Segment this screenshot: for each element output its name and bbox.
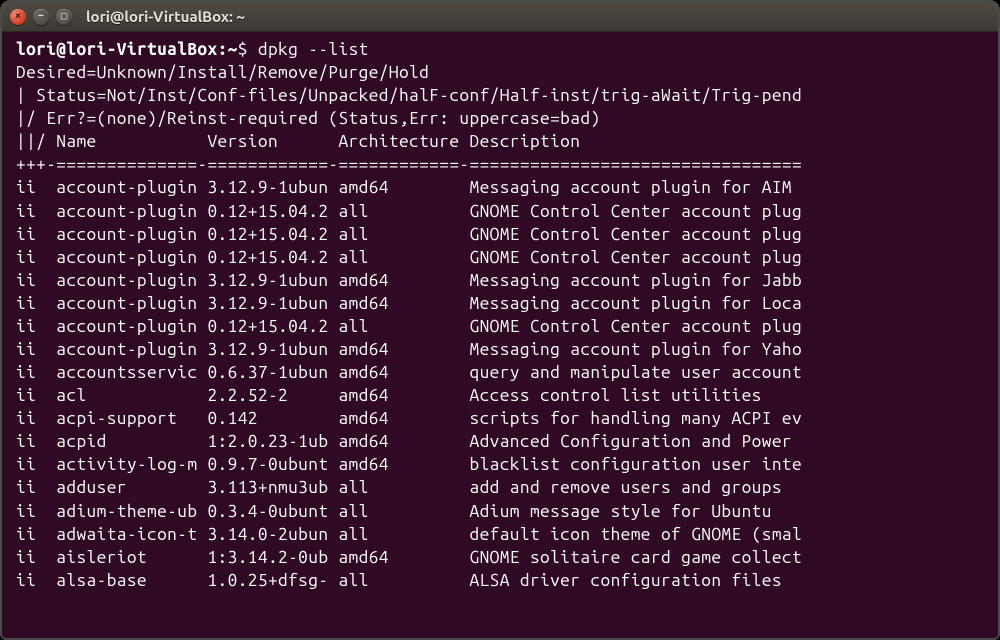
- package-row: ii account-plugin 3.12.9-1ubun amd64 Mes…: [16, 271, 802, 290]
- package-row: ii adium-theme-ub 0.3.4-0ubunt all Adium…: [16, 502, 772, 521]
- package-row: ii activity-log-m 0.9.7-0ubunt amd64 bla…: [16, 455, 802, 474]
- dpkg-header-line-1: Desired=Unknown/Install/Remove/Purge/Hol…: [16, 63, 429, 82]
- prompt-user-host: lori@lori-VirtualBox: [16, 40, 218, 59]
- maximize-button[interactable]: ▢: [56, 9, 72, 25]
- package-row: ii alsa-base 1.0.25+dfsg- all ALSA drive…: [16, 571, 782, 590]
- dpkg-header-line-3: |/ Err?=(none)/Reinst-required (Status,E…: [16, 109, 601, 128]
- package-row: ii adduser 3.113+nmu3ub all add and remo…: [16, 478, 782, 497]
- close-icon: ×: [15, 11, 21, 22]
- package-row: ii account-plugin 3.12.9-1ubun amd64 Mes…: [16, 294, 802, 313]
- window-title: lori@lori-VirtualBox: ~: [86, 8, 245, 25]
- package-row: ii aisleriot 1:3.14.2-0ub amd64 GNOME so…: [16, 548, 802, 567]
- package-row: ii account-plugin 0.12+15.04.2 all GNOME…: [16, 248, 802, 267]
- package-row: ii accountsservic 0.6.37-1ubun amd64 que…: [16, 363, 802, 382]
- package-row: ii adwaita-icon-t 3.14.0-2ubun all defau…: [16, 525, 802, 544]
- prompt-path: ~: [228, 40, 238, 59]
- command-text: dpkg --list: [258, 40, 369, 59]
- dpkg-columns: ||/ Name Version Architecture Descriptio…: [16, 132, 580, 151]
- close-button[interactable]: ×: [10, 9, 26, 25]
- package-row: ii acpid 1:2.0.23-1ub amd64 Advanced Con…: [16, 432, 802, 451]
- terminal-window: × – ▢ lori@lori-VirtualBox: ~ lori@lori-…: [0, 0, 1000, 640]
- window-buttons: × – ▢: [10, 9, 72, 25]
- package-row: ii acpi-support 0.142 amd64 scripts for …: [16, 409, 802, 428]
- package-rows: ii account-plugin 3.12.9-1ubun amd64 Mes…: [16, 176, 988, 591]
- package-row: ii account-plugin 0.12+15.04.2 all GNOME…: [16, 202, 802, 221]
- package-row: ii account-plugin 0.12+15.04.2 all GNOME…: [16, 225, 802, 244]
- minimize-icon: –: [38, 11, 44, 22]
- titlebar[interactable]: × – ▢ lori@lori-VirtualBox: ~: [2, 2, 998, 32]
- package-row: ii acl 2.2.52-2 amd64 Access control lis…: [16, 386, 762, 405]
- minimize-button[interactable]: –: [33, 9, 49, 25]
- maximize-icon: ▢: [61, 11, 68, 22]
- dpkg-header-line-2: | Status=Not/Inst/Conf-files/Unpacked/ha…: [16, 86, 802, 105]
- prompt-dollar: $: [238, 40, 248, 59]
- terminal-body[interactable]: lori@lori-VirtualBox:~$ dpkg --list Desi…: [2, 32, 998, 638]
- package-row: ii account-plugin 3.12.9-1ubun amd64 Mes…: [16, 340, 802, 359]
- prompt-separator: :: [218, 40, 228, 59]
- package-row: ii account-plugin 0.12+15.04.2 all GNOME…: [16, 317, 802, 336]
- dpkg-separator: +++-==============-============-========…: [16, 155, 802, 174]
- package-row: ii account-plugin 3.12.9-1ubun amd64 Mes…: [16, 178, 792, 197]
